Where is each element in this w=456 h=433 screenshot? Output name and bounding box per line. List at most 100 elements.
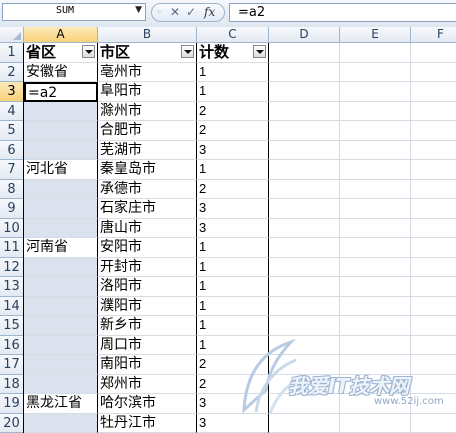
city-cell[interactable]: 牡丹江市 — [98, 414, 197, 433]
column-header-e[interactable]: E — [340, 27, 411, 43]
province-cell[interactable] — [24, 355, 98, 375]
city-cell[interactable]: 唐山市 — [98, 219, 197, 239]
cancel-icon[interactable]: ✕ — [170, 4, 180, 21]
city-cell[interactable]: 合肥市 — [98, 121, 197, 141]
empty-cell[interactable] — [411, 219, 456, 239]
empty-cell[interactable] — [269, 141, 340, 161]
empty-cell[interactable] — [269, 238, 340, 258]
empty-cell[interactable] — [411, 43, 456, 63]
row-header-10[interactable]: 10 — [0, 219, 24, 239]
count-cell[interactable]: 3 — [197, 141, 269, 161]
empty-cell[interactable] — [269, 414, 340, 433]
province-cell[interactable] — [24, 316, 98, 336]
city-cell[interactable]: 新乡市 — [98, 316, 197, 336]
empty-cell[interactable] — [269, 258, 340, 278]
empty-cell[interactable] — [269, 63, 340, 83]
province-cell[interactable] — [24, 121, 98, 141]
city-cell[interactable]: 滁州市 — [98, 102, 197, 122]
filter-dropdown-icon[interactable] — [82, 45, 95, 58]
row-header-9[interactable]: 9 — [0, 199, 24, 219]
count-cell[interactable]: 1 — [197, 258, 269, 278]
city-cell[interactable]: 承德市 — [98, 180, 197, 200]
select-all-corner[interactable] — [0, 27, 24, 43]
count-cell[interactable]: 1 — [197, 160, 269, 180]
count-cell[interactable]: 2 — [197, 355, 269, 375]
row-header-15[interactable]: 15 — [0, 316, 24, 336]
count-cell[interactable]: 1 — [197, 238, 269, 258]
city-cell[interactable]: 周口市 — [98, 336, 197, 356]
city-cell[interactable]: 哈尔滨市 — [98, 394, 197, 414]
row-header-17[interactable]: 17 — [0, 355, 24, 375]
formula-input[interactable]: =a2 — [229, 3, 456, 22]
empty-cell[interactable] — [269, 43, 340, 63]
empty-cell[interactable] — [340, 160, 411, 180]
empty-cell[interactable] — [269, 316, 340, 336]
active-cell-a3[interactable]: =a2 — [24, 82, 98, 102]
empty-cell[interactable] — [340, 277, 411, 297]
province-cell[interactable] — [24, 219, 98, 239]
city-cell[interactable]: 安阳市 — [98, 238, 197, 258]
count-cell[interactable]: 3 — [197, 414, 269, 433]
city-cell[interactable]: 濮阳市 — [98, 297, 197, 317]
column-header-d[interactable]: D — [269, 27, 340, 43]
column-header-f[interactable]: F — [411, 27, 456, 43]
city-cell[interactable]: 开封市 — [98, 258, 197, 278]
row-header-20[interactable]: 20 — [0, 414, 24, 433]
province-cell[interactable] — [24, 102, 98, 122]
city-cell[interactable]: 洛阳市 — [98, 277, 197, 297]
row-header-13[interactable]: 13 — [0, 277, 24, 297]
empty-cell[interactable] — [269, 160, 340, 180]
count-cell[interactable]: 1 — [197, 63, 269, 83]
city-cell[interactable]: 郑州市 — [98, 375, 197, 395]
count-cell[interactable]: 3 — [197, 394, 269, 414]
province-cell[interactable] — [24, 199, 98, 219]
empty-cell[interactable] — [411, 141, 456, 161]
count-cell[interactable]: 1 — [197, 336, 269, 356]
empty-cell[interactable] — [340, 258, 411, 278]
enter-icon[interactable]: ✓ — [186, 4, 196, 21]
row-header-16[interactable]: 16 — [0, 336, 24, 356]
city-cell[interactable]: 秦皇岛市 — [98, 160, 197, 180]
province-cell[interactable] — [24, 336, 98, 356]
empty-cell[interactable] — [340, 82, 411, 102]
row-header-1[interactable]: 1 — [0, 43, 24, 63]
empty-cell[interactable] — [269, 102, 340, 122]
row-header-3[interactable]: 3 — [0, 82, 24, 102]
count-cell[interactable]: 1 — [197, 82, 269, 102]
empty-cell[interactable] — [340, 63, 411, 83]
count-cell[interactable]: 1 — [197, 316, 269, 336]
empty-cell[interactable] — [411, 277, 456, 297]
empty-cell[interactable] — [269, 394, 340, 414]
province-cell[interactable] — [24, 414, 98, 433]
empty-cell[interactable] — [340, 43, 411, 63]
row-header-8[interactable]: 8 — [0, 180, 24, 200]
empty-cell[interactable] — [340, 394, 411, 414]
name-box-dropdown-icon[interactable]: ▼ — [135, 5, 142, 15]
row-header-19[interactable]: 19 — [0, 394, 24, 414]
empty-cell[interactable] — [340, 199, 411, 219]
empty-cell[interactable] — [269, 375, 340, 395]
empty-cell[interactable] — [340, 336, 411, 356]
empty-cell[interactable] — [411, 199, 456, 219]
province-cell[interactable] — [24, 375, 98, 395]
empty-cell[interactable] — [340, 121, 411, 141]
count-cell[interactable]: 1 — [197, 277, 269, 297]
empty-cell[interactable] — [340, 219, 411, 239]
empty-cell[interactable] — [411, 375, 456, 395]
city-cell[interactable]: 亳州市 — [98, 63, 197, 83]
province-cell[interactable] — [24, 297, 98, 317]
city-cell[interactable]: 石家庄市 — [98, 199, 197, 219]
empty-cell[interactable] — [340, 102, 411, 122]
empty-cell[interactable] — [269, 82, 340, 102]
empty-cell[interactable] — [269, 297, 340, 317]
empty-cell[interactable] — [411, 238, 456, 258]
empty-cell[interactable] — [269, 355, 340, 375]
empty-cell[interactable] — [411, 180, 456, 200]
empty-cell[interactable] — [411, 297, 456, 317]
empty-cell[interactable] — [269, 180, 340, 200]
empty-cell[interactable] — [411, 394, 456, 414]
count-cell[interactable]: 2 — [197, 180, 269, 200]
empty-cell[interactable] — [340, 316, 411, 336]
empty-cell[interactable] — [411, 121, 456, 141]
row-header-5[interactable]: 5 — [0, 121, 24, 141]
